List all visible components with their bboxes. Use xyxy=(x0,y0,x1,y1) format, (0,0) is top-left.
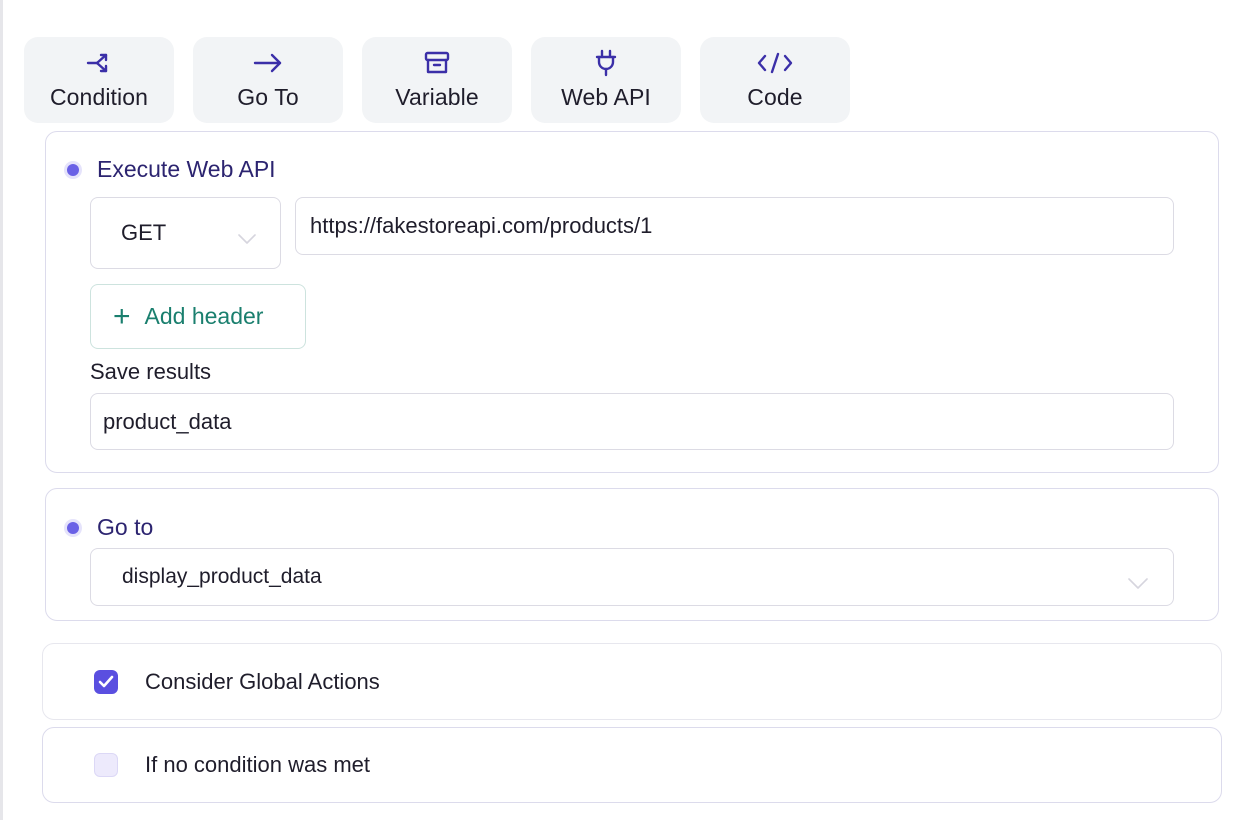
condition-button[interactable]: Condition xyxy=(24,37,174,123)
plus-icon: + xyxy=(113,299,131,333)
goto-target-select[interactable]: display_product_data xyxy=(90,548,1174,606)
branch-icon xyxy=(85,50,113,76)
global-actions-option: Consider Global Actions xyxy=(42,643,1222,720)
action-toolbar: Condition Go To Variable Web API Code xyxy=(24,37,850,123)
checkmark-icon xyxy=(98,675,114,688)
code-label: Code xyxy=(747,84,803,110)
global-actions-checkbox[interactable] xyxy=(94,669,118,694)
code-button[interactable]: Code xyxy=(700,37,850,123)
goto-step-card: Go to display_product_data xyxy=(45,488,1219,621)
no-condition-label: If no condition was met xyxy=(145,752,371,777)
goto-step-header: Go to xyxy=(67,514,153,541)
url-input[interactable]: https://fakestoreapi.com/products/1 xyxy=(295,197,1174,255)
no-condition-checkbox[interactable] xyxy=(94,753,118,777)
save-results-value: product_data xyxy=(103,408,232,434)
web-api-step-header: Execute Web API xyxy=(67,156,276,183)
global-actions-label: Consider Global Actions xyxy=(145,668,380,694)
step-dot-icon xyxy=(67,521,79,534)
arrow-right-icon xyxy=(253,50,283,76)
add-header-button[interactable]: + Add header xyxy=(90,284,306,349)
url-value: https://fakestoreapi.com/products/1 xyxy=(310,213,653,238)
code-brackets-icon xyxy=(756,50,794,76)
goto-label: Go To xyxy=(237,84,299,110)
chevron-down-icon xyxy=(1128,571,1148,595)
condition-label: Condition xyxy=(49,84,149,110)
goto-target-value: display_product_data xyxy=(122,565,322,588)
save-results-label: Save results xyxy=(90,359,212,384)
archive-box-icon xyxy=(424,50,450,76)
plug-icon xyxy=(594,49,618,77)
http-method-value: GET xyxy=(121,220,167,245)
web-api-step-title: Execute Web API xyxy=(97,156,276,182)
goto-step-title: Go to xyxy=(97,514,154,540)
variable-label: Variable xyxy=(395,84,479,110)
chevron-down-icon xyxy=(238,224,256,250)
web-api-label: Web API xyxy=(561,84,651,110)
no-condition-option: If no condition was met xyxy=(42,727,1222,803)
web-api-button[interactable]: Web API xyxy=(531,37,681,123)
step-dot-icon xyxy=(67,163,79,176)
web-api-step-card: Execute Web API GET https://fakestoreapi… xyxy=(45,131,1219,473)
variable-button[interactable]: Variable xyxy=(362,37,512,123)
save-results-input[interactable]: product_data xyxy=(90,393,1174,450)
left-divider xyxy=(0,0,3,820)
no-condition-row: If no condition was met xyxy=(94,728,370,802)
goto-button[interactable]: Go To xyxy=(193,37,343,123)
add-header-label: Add header xyxy=(144,303,264,329)
global-actions-row: Consider Global Actions xyxy=(94,644,380,719)
http-method-select[interactable]: GET xyxy=(90,197,281,269)
